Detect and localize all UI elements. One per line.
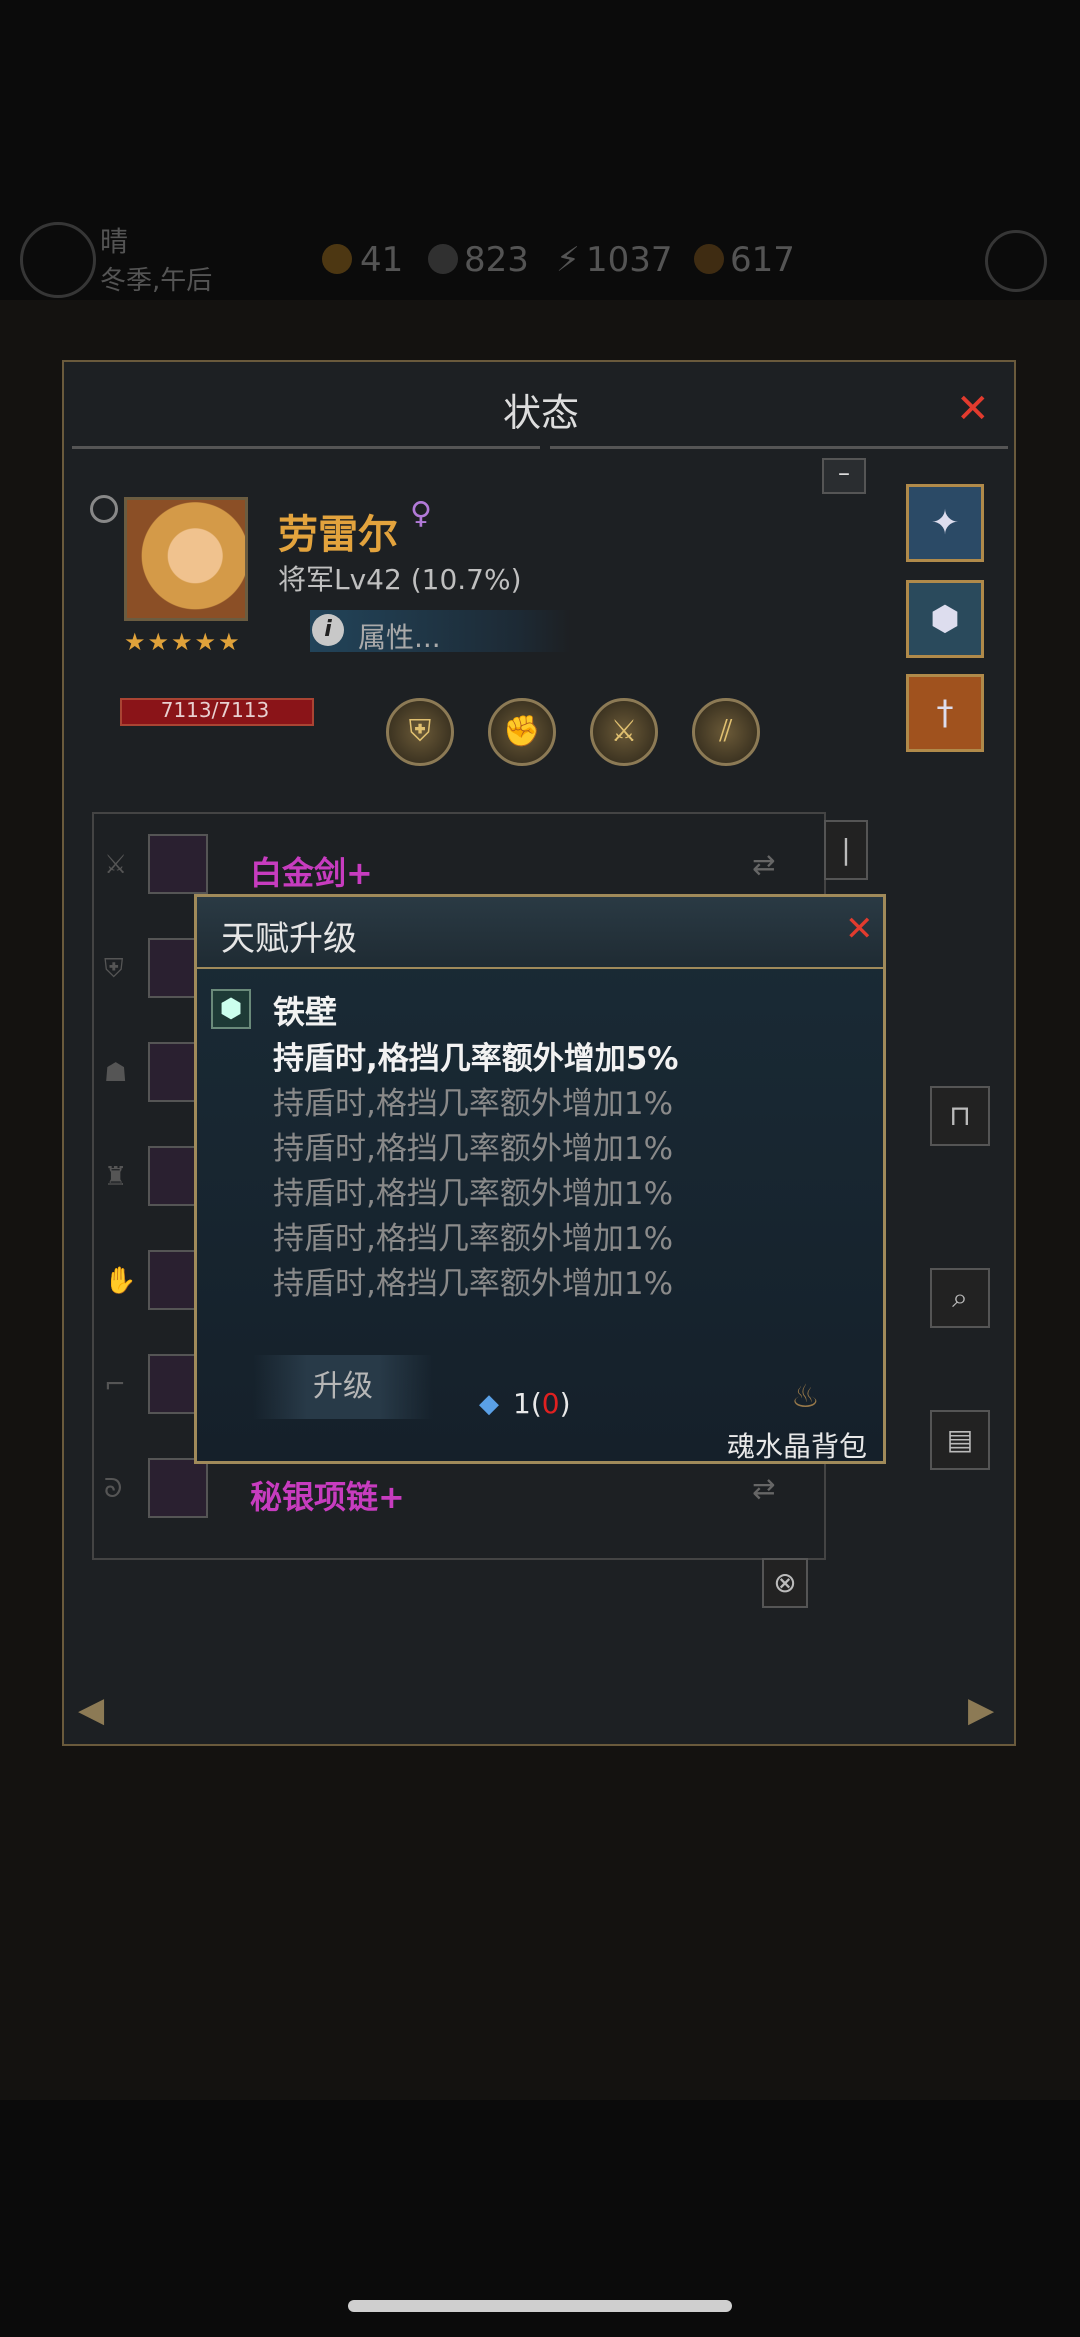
title-divider <box>72 446 540 449</box>
info-icon: i <box>312 614 344 646</box>
necklace-slot-icon: ᘐ <box>104 1474 123 1504</box>
turtle-shell-icon: ⬢ <box>211 989 251 1029</box>
panel-title: 状态 <box>502 391 579 435</box>
armor-slot-icon: ♜ <box>104 1162 128 1192</box>
home-indicator[interactable] <box>348 2300 732 2312</box>
food-icon <box>694 244 724 274</box>
crystal-bag-label[interactable]: 魂水晶背包 <box>727 1425 867 1465</box>
skill-blades-icon[interactable]: ⫽ <box>692 698 760 766</box>
weather-label: 晴 <box>100 225 129 258</box>
cost-have: 1 <box>513 1387 531 1420</box>
soul-crystal-icon: ◆ <box>479 1389 499 1419</box>
equipment-item-icon[interactable] <box>148 1458 208 1518</box>
energy-icon: ⚡ <box>556 240 580 280</box>
boots-slot-icon: ⌐ <box>104 1370 126 1400</box>
minimize-button[interactable]: – <box>822 458 866 494</box>
equipment-item-icon[interactable] <box>148 834 208 894</box>
attributes-label: 属性... <box>358 621 441 654</box>
upgrade-cost: 1(0) <box>513 1387 571 1420</box>
talent-tab-swirl-icon[interactable]: ✦ <box>906 484 984 562</box>
skill-fist-icon[interactable]: ✊ <box>488 698 556 766</box>
unlock-icon[interactable]: ⊓ <box>930 1086 990 1146</box>
cost-close-paren: ) <box>559 1387 571 1420</box>
talent-effect-current: 持盾时,格挡几率额外增加5% <box>273 1041 679 1077</box>
crystal-bag-icon[interactable]: ♨ <box>791 1377 820 1415</box>
dialog-close-icon[interactable]: ✕ <box>845 909 874 949</box>
weather-icon <box>20 222 96 298</box>
hero-stars: ★★★★★ <box>124 628 242 656</box>
scroll-handle[interactable]: | <box>824 820 868 880</box>
gold-icon <box>322 244 352 274</box>
talent-effect-next: 持盾时,格挡几率额外增加1% <box>273 1221 674 1257</box>
cost-need: 0 <box>541 1387 560 1420</box>
talent-effect-next: 持盾时,格挡几率额外增加1% <box>273 1131 674 1167</box>
sword-slot-icon: ⚔ <box>104 850 128 880</box>
talent-tab-sword-icon[interactable]: † <box>906 674 984 752</box>
shield-slot-icon: ⛨ <box>104 954 124 984</box>
helmet-slot-icon: ☗ <box>104 1058 128 1088</box>
search-icon[interactable]: ⌕ <box>930 1268 990 1328</box>
gold-count: 41 <box>360 240 404 280</box>
equipment-name[interactable]: 白金剑+ <box>250 848 373 894</box>
dialog-title: 天赋升级 <box>221 919 357 959</box>
talent-name: 铁壁 <box>273 993 338 1031</box>
talent-effect-next: 持盾时,格挡几率额外增加1% <box>273 1086 674 1122</box>
equipment-name[interactable]: 秘银项链+ <box>250 1472 405 1518</box>
hero-level: 将军Lv42 (10.7%) <box>278 563 522 596</box>
hero-name: 劳雷尔 <box>278 512 398 558</box>
remove-icon[interactable]: ⊗ <box>762 1558 808 1608</box>
talent-effect-next: 持盾时,格挡几率额外增加1% <box>273 1176 674 1212</box>
swap-icon[interactable]: ⇄ <box>752 848 775 881</box>
hero-portrait[interactable] <box>124 497 248 621</box>
title-divider <box>550 446 1008 449</box>
skill-crossed-swords-icon[interactable]: ⚔ <box>590 698 658 766</box>
refresh-icon[interactable] <box>90 495 118 523</box>
nav-left-icon[interactable]: ◀ <box>78 1690 104 1730</box>
gloves-slot-icon: ✋ <box>104 1266 137 1296</box>
season-label: 冬季,午后 <box>100 266 213 296</box>
upgrade-button[interactable]: 升级 <box>253 1355 433 1419</box>
talent-upgrade-dialog: 天赋升级 ✕ ⬢ 铁壁 持盾时,格挡几率额外增加5% 持盾时,格挡几率额外增加1… <box>194 894 886 1464</box>
female-icon: ♀ <box>410 496 432 531</box>
stone-icon <box>428 244 458 274</box>
talent-tab-turtle-icon[interactable]: ⬢ <box>906 580 984 658</box>
stone-count: 823 <box>464 240 529 280</box>
hp-text: 7113/7113 <box>160 698 270 722</box>
document-icon[interactable]: ▤ <box>930 1410 990 1470</box>
top-status-bar: 晴 冬季,午后 41 823 ⚡ 1037 617 <box>0 210 1080 300</box>
profile-icon[interactable] <box>985 230 1047 292</box>
food-count: 617 <box>730 240 795 280</box>
panel-close-icon[interactable]: ✕ <box>956 386 990 432</box>
cost-open-paren: ( <box>530 1387 542 1420</box>
energy-count: 1037 <box>586 240 673 280</box>
swap-icon[interactable]: ⇄ <box>752 1472 775 1505</box>
nav-right-icon[interactable]: ▶ <box>968 1690 994 1730</box>
talent-effect-next: 持盾时,格挡几率额外增加1% <box>273 1266 674 1302</box>
skill-shield-icon[interactable]: ⛨ <box>386 698 454 766</box>
